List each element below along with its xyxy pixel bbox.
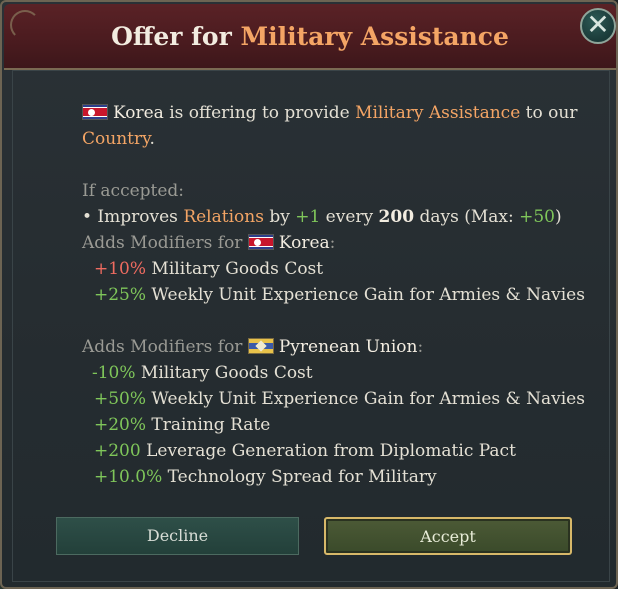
decline-button[interactable]: Decline [56,517,299,555]
offer-content: Korea is offering to provide Military As… [82,100,602,490]
modifier-row: +50% Weekly Unit Experience Gain for Arm… [82,386,602,412]
accept-button[interactable]: Accept [324,517,572,555]
intro-line-1: Korea is offering to provide Military As… [82,100,602,126]
relations-max: +50 [519,207,555,227]
title-prefix: Offer for [111,22,241,51]
korea-modifiers-header: Adds Modifiers for Korea: [82,230,602,256]
modifier-text: Leverage Generation from Diplomatic Pact [140,441,516,461]
relations-close: ) [554,207,562,227]
modifier-value: +10% [94,259,147,279]
pyrenean-flag-icon [247,338,274,354]
relations-amount: +1 [295,207,321,227]
korea-colon: : [329,233,336,253]
modifier-row: +10% Military Goods Cost [82,256,602,282]
modifier-text: Technology Spread for Military [162,467,437,487]
modifier-row: +200 Leverage Generation from Diplomatic… [82,438,602,464]
relations-link[interactable]: Relations [183,207,264,227]
korea-flag-icon [247,234,274,250]
modifier-row: +10.0% Technology Spread for Military [82,464,602,490]
relations-every: every [320,207,379,227]
intro-country[interactable]: Korea [113,103,164,123]
korea-flag-icon [82,104,108,120]
modifier-value: +50% [94,389,147,409]
pyrenean-colon: : [417,337,424,357]
intro-highlight[interactable]: Military Assistance [355,103,520,123]
modifier-value: +25% [94,285,147,305]
if-accepted-label: If accepted: [82,181,185,201]
modifier-text: Training Rate [146,415,271,435]
relations-by: by [263,207,296,227]
title-highlight: Military Assistance [240,22,509,51]
modifier-text: Weekly Unit Experience Gain for Armies &… [146,285,585,305]
intro-country-link[interactable]: Country [82,129,149,149]
modifier-row: -10% Military Goods Cost [82,360,602,386]
intro-period: . [149,129,155,149]
intro-text-1: is offering to provide [163,103,356,123]
modifier-row: +20% Training Rate [82,412,602,438]
close-icon: ✕ [586,8,610,41]
relations-days: 200 [378,207,415,227]
intro-line-2: Country. [82,126,602,152]
intro-text-2: to our [520,103,578,123]
modifier-text: Weekly Unit Experience Gain for Armies &… [146,389,585,409]
korea-name[interactable]: Korea [279,233,330,253]
relations-line: • Improves Relations by +1 every 200 day… [82,204,602,230]
close-button[interactable]: ✕ [580,8,616,44]
pyrenean-modifiers-label: Adds Modifiers for [82,337,248,357]
modifier-value: -10% [92,363,136,383]
pyrenean-name[interactable]: Pyrenean Union [279,337,418,357]
dialog-title: Offer for Military Assistance [4,22,616,51]
modifier-value: +20% [94,415,147,435]
modifier-value: +200 [94,441,141,461]
relations-bullet: • Improves [82,207,184,227]
modifier-text: Military Goods Cost [146,259,324,279]
modifier-value: +10.0% [94,467,163,487]
modifier-text: Military Goods Cost [135,363,313,383]
modifier-row: +25% Weekly Unit Experience Gain for Arm… [82,282,602,308]
korea-modifiers-label: Adds Modifiers for [82,233,248,253]
title-bar: Offer for Military Assistance [4,4,616,70]
pyrenean-modifiers-header: Adds Modifiers for Pyrenean Union: [82,334,602,360]
relations-days-text: days (Max: [414,207,520,227]
